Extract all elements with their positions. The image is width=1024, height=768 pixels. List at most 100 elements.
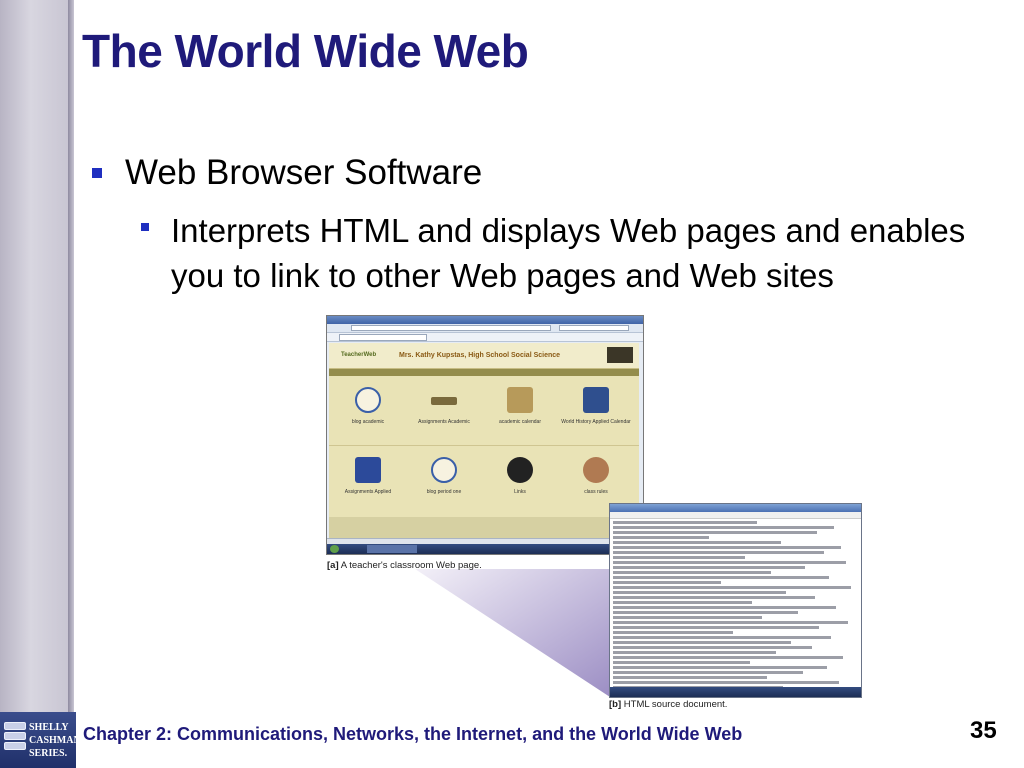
taskbar [610, 687, 861, 697]
logo-line-1: SHELLY [29, 722, 69, 733]
source-line [613, 546, 841, 549]
header-photo [607, 347, 633, 363]
taskbar-button [367, 545, 417, 553]
source-code-text [613, 521, 853, 691]
tile: Assignments Academic [407, 381, 481, 439]
slide-title: The World Wide Web [82, 25, 529, 77]
tile-label: Assignments Academic [418, 419, 470, 425]
source-line [613, 636, 832, 639]
browser-titlebar [327, 316, 643, 324]
blog-icon [355, 387, 381, 413]
caption-b-text: HTML source document. [623, 699, 728, 710]
tile-label: blog academic [351, 419, 385, 425]
books-icon [355, 457, 381, 483]
email-strip [329, 369, 639, 376]
source-line [613, 681, 839, 684]
tile-label: blog period one [426, 489, 462, 495]
tile: academic calendar [483, 381, 557, 439]
grid-divider [329, 445, 639, 446]
tile-label: class rules [584, 489, 608, 495]
bullet-level-2: Interprets HTML and displays Web pages a… [171, 212, 966, 294]
source-line [613, 596, 815, 599]
pencil-icon [431, 397, 457, 405]
caption-a: [a] A teacher's classroom Web page. [327, 560, 482, 571]
source-line [613, 611, 798, 614]
source-line [613, 556, 745, 559]
caption-a-text: A teacher's classroom Web page. [340, 560, 482, 571]
source-line [613, 671, 803, 674]
band-edge [68, 0, 74, 768]
slide-footer: Chapter 2: Communications, Networks, the… [83, 724, 743, 744]
browser-tab [339, 334, 427, 341]
source-line [613, 656, 844, 659]
source-line [613, 626, 820, 629]
source-line [613, 536, 709, 539]
source-line [613, 616, 762, 619]
source-menubar [610, 512, 861, 519]
blog-icon [431, 457, 457, 483]
source-line [613, 651, 777, 654]
bullet-level-1: Web Browser Software [125, 153, 483, 192]
start-orb-icon [330, 545, 339, 553]
source-line [613, 676, 767, 679]
tile-label: Assignments Applied [344, 489, 392, 495]
teacherweb-logo: TeacherWeb [341, 352, 377, 358]
source-line [613, 606, 837, 609]
tile: class rules [559, 451, 633, 509]
source-line [613, 591, 786, 594]
logo-line-2: CASHMAN [29, 735, 81, 746]
source-line [613, 646, 813, 649]
publisher-logo: SHELLY CASHMAN SERIES. [0, 712, 81, 768]
search-field [559, 325, 629, 331]
source-line [613, 581, 721, 584]
url-field [351, 325, 551, 331]
bullet-square-icon [141, 223, 149, 231]
tile: World History Applied Calendar [559, 381, 633, 439]
source-line [613, 631, 733, 634]
clock-book-icon [583, 387, 609, 413]
source-line [613, 551, 825, 554]
books-icon [4, 722, 26, 758]
browser-window: TeacherWeb Mrs. Kathy Kupstas, High Scho… [326, 315, 644, 555]
teacher-web-page: TeacherWeb Mrs. Kathy Kupstas, High Scho… [329, 343, 639, 543]
browser-address-bar [327, 324, 643, 333]
tile: blog academic [331, 381, 405, 439]
html-source-window [609, 503, 862, 698]
source-line [613, 566, 805, 569]
globe-icon [507, 457, 533, 483]
source-titlebar [610, 504, 861, 512]
source-line [613, 526, 834, 529]
source-line [613, 531, 817, 534]
caption-a-tag: [a] [327, 560, 339, 571]
source-line [613, 571, 772, 574]
page-number: 35 [970, 717, 997, 744]
page-header: TeacherWeb Mrs. Kathy Kupstas, High Scho… [329, 343, 639, 369]
source-line [613, 621, 849, 624]
tile-grid: blog academic Assignments Academic acade… [329, 377, 639, 517]
bullet-square-icon [92, 168, 102, 178]
browser-tab-bar [327, 333, 643, 342]
source-line [613, 521, 757, 524]
source-line [613, 641, 791, 644]
source-line [613, 661, 750, 664]
taskbar [327, 544, 643, 554]
logo-line-3: SERIES. [29, 748, 68, 759]
caption-b-tag: [b] [609, 699, 622, 710]
tile: blog period one [407, 451, 481, 509]
tile: Links [483, 451, 557, 509]
tile: Assignments Applied [331, 451, 405, 509]
source-line [613, 576, 829, 579]
source-line [613, 541, 781, 544]
source-line [613, 586, 851, 589]
tile-label: academic calendar [499, 419, 541, 425]
browser-figure: TeacherWeb Mrs. Kathy Kupstas, High Scho… [315, 314, 862, 711]
left-decorative-band [0, 0, 68, 768]
source-line [613, 666, 827, 669]
map-icon [507, 387, 533, 413]
tile-label: World History Applied Calendar [561, 419, 631, 425]
tile-label: Links [514, 489, 526, 495]
caption-b: [b] HTML source document. [609, 699, 727, 710]
source-line [613, 561, 846, 564]
logo-text: SHELLY CASHMAN SERIES. [29, 721, 81, 760]
students-icon [583, 457, 609, 483]
